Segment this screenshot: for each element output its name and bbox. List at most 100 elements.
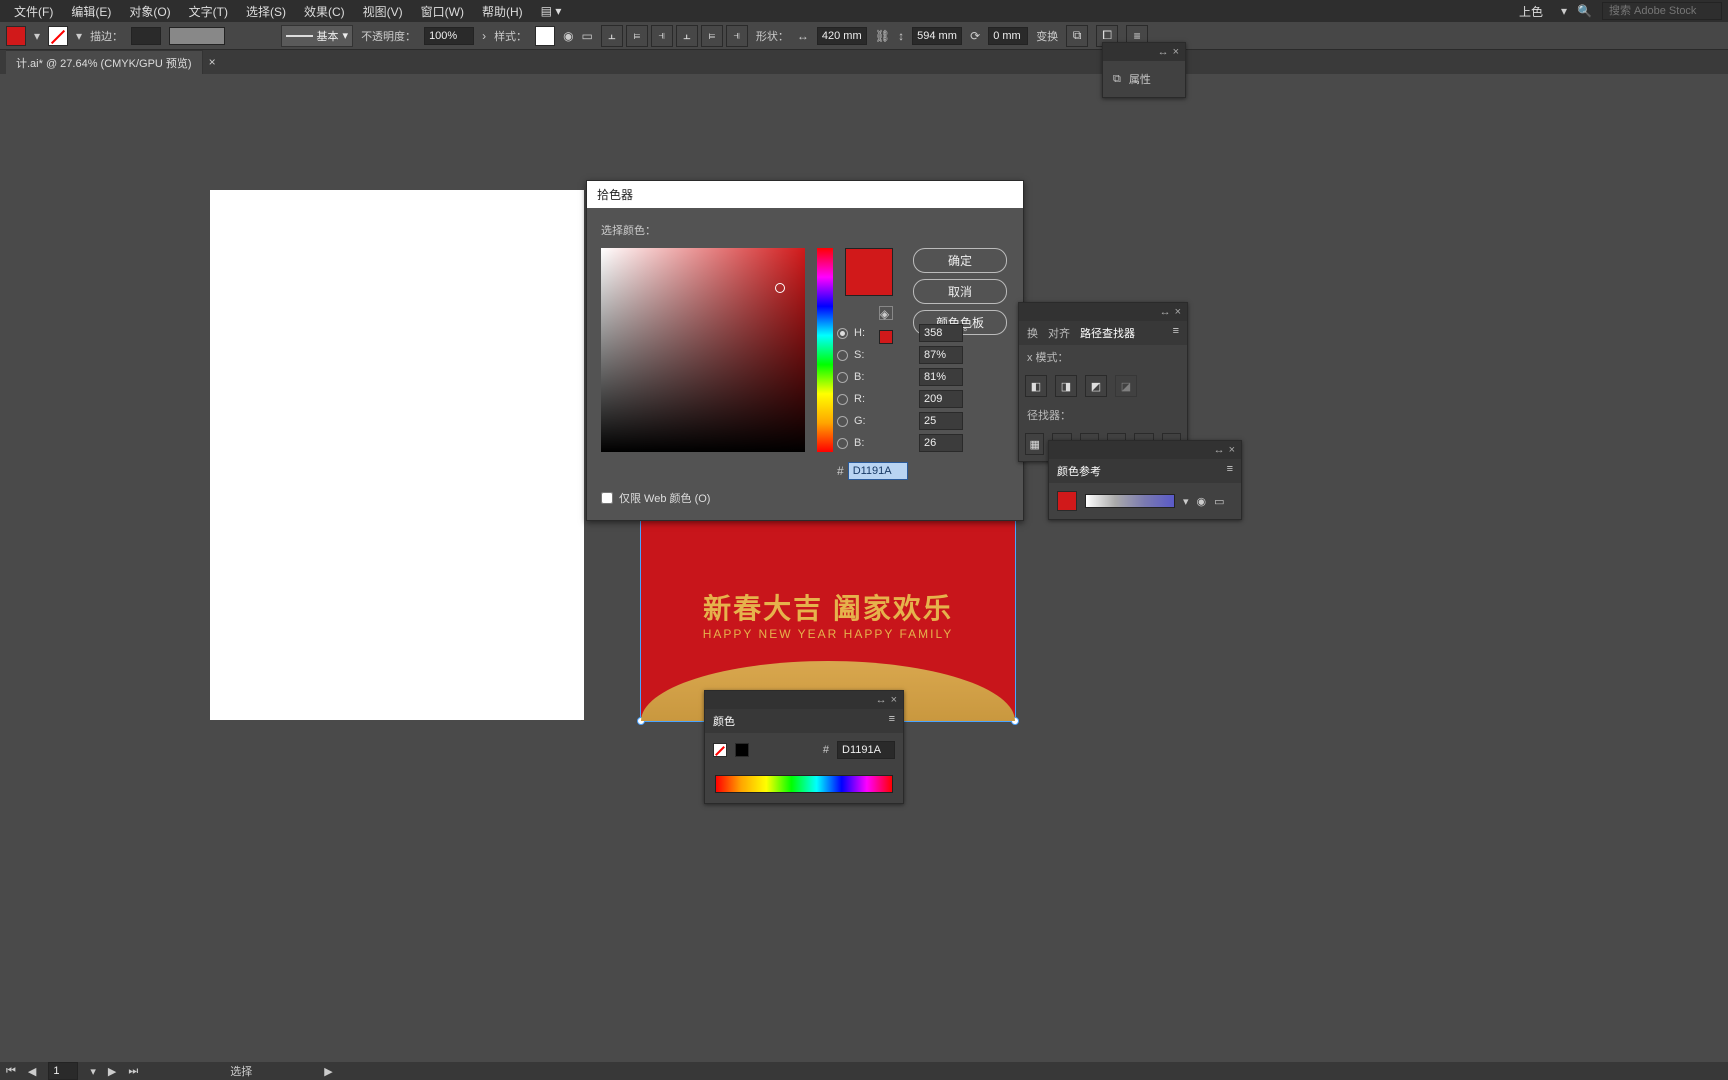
search-input[interactable] bbox=[1602, 2, 1722, 20]
s-input[interactable] bbox=[919, 346, 963, 364]
menu-edit[interactable]: 编辑(E) bbox=[63, 1, 119, 22]
spectrum-bar[interactable] bbox=[715, 775, 893, 793]
align-left-icon[interactable]: ⫠ bbox=[601, 25, 623, 47]
panel-menu-icon[interactable]: ≡ bbox=[1227, 463, 1233, 479]
align-panel[interactable]: ↔× 换 对齐 路径查找器 ≡ x 模式： ◧ ◨ ◩ ◪ 径找器： ▦ ▧ ▨… bbox=[1018, 302, 1188, 462]
color-tab[interactable]: 颜色 bbox=[713, 713, 735, 729]
color-wheel-icon[interactable]: ◉ bbox=[1197, 495, 1207, 508]
stroke-profile[interactable] bbox=[169, 27, 225, 45]
opacity-value[interactable]: 100% bbox=[424, 27, 474, 45]
style-swatch[interactable] bbox=[535, 26, 555, 46]
collapse-icon[interactable]: ↔ bbox=[1214, 444, 1225, 456]
folder-icon[interactable]: ▭ bbox=[1214, 495, 1224, 508]
artboard-1[interactable] bbox=[210, 190, 584, 720]
sv-cursor[interactable] bbox=[775, 283, 785, 293]
tab-pathfinder[interactable]: 路径查找器 bbox=[1080, 325, 1135, 341]
ok-button[interactable]: 确定 bbox=[913, 248, 1007, 273]
base-color-swatch[interactable] bbox=[1057, 491, 1077, 511]
chevron-down-icon[interactable]: ▾ bbox=[1561, 4, 1567, 18]
chevron-right-icon[interactable]: › bbox=[482, 29, 486, 43]
collapse-icon[interactable]: ↔ bbox=[1160, 306, 1171, 318]
collapse-icon[interactable]: ↔ bbox=[876, 694, 887, 706]
menu-object[interactable]: 对象(O) bbox=[121, 1, 178, 22]
saturation-value-box[interactable] bbox=[601, 248, 805, 452]
radio-r[interactable] bbox=[837, 394, 848, 405]
first-page-icon[interactable]: ⏮ bbox=[6, 1065, 16, 1078]
fill-swatch[interactable] bbox=[6, 26, 26, 46]
unite-icon[interactable]: ◧ bbox=[1025, 375, 1047, 397]
radio-s[interactable] bbox=[837, 350, 848, 361]
transform-label[interactable]: 变换 bbox=[1036, 28, 1058, 44]
close-icon[interactable]: × bbox=[203, 55, 222, 69]
r-input[interactable] bbox=[919, 390, 963, 408]
align-bot-icon[interactable]: ⫣ bbox=[726, 25, 748, 47]
menu-view[interactable]: 视图(V) bbox=[355, 1, 411, 22]
radio-bb[interactable] bbox=[837, 438, 848, 449]
align-center-icon[interactable]: ⫢ bbox=[626, 25, 648, 47]
chevron-down-icon[interactable]: ▾ bbox=[1183, 495, 1189, 508]
menu-layout-icon[interactable]: ▤ ▾ bbox=[533, 2, 570, 20]
brush-style-select[interactable]: 基本 ▾ bbox=[281, 25, 353, 47]
align-mid-icon[interactable]: ⫢ bbox=[701, 25, 723, 47]
color-guide-panel[interactable]: ↔ × 颜色参考 ≡ ▾ ◉ ▭ bbox=[1048, 440, 1242, 520]
menu-text[interactable]: 文字(T) bbox=[181, 1, 236, 22]
doc-setup-icon[interactable]: ▭ bbox=[582, 29, 593, 43]
minus-front-icon[interactable]: ◨ bbox=[1055, 375, 1077, 397]
radio-h[interactable] bbox=[837, 328, 848, 339]
tab-align[interactable]: 对齐 bbox=[1048, 325, 1070, 341]
intersect-icon[interactable]: ◩ bbox=[1085, 375, 1107, 397]
h-input[interactable] bbox=[919, 324, 963, 342]
align-top-icon[interactable]: ⫠ bbox=[676, 25, 698, 47]
close-icon[interactable]: × bbox=[1173, 46, 1179, 58]
hue-slider[interactable] bbox=[817, 248, 833, 452]
panel-menu-icon[interactable]: ≡ bbox=[1173, 325, 1179, 341]
stroke-width-input[interactable] bbox=[131, 27, 161, 45]
align-right-icon[interactable]: ⫣ bbox=[651, 25, 673, 47]
width-input[interactable] bbox=[817, 27, 867, 45]
menu-topright-color[interactable]: 上色 bbox=[1511, 1, 1551, 22]
panel-menu-icon[interactable]: ≡ bbox=[889, 713, 895, 729]
cancel-button[interactable]: 取消 bbox=[913, 279, 1007, 304]
divide-icon[interactable]: ▦ bbox=[1025, 433, 1044, 455]
radio-g[interactable] bbox=[837, 416, 848, 427]
hex-input[interactable] bbox=[848, 462, 908, 480]
none-swatch[interactable] bbox=[713, 743, 727, 757]
g-input[interactable] bbox=[919, 412, 963, 430]
menu-window[interactable]: 窗口(W) bbox=[413, 1, 472, 22]
last-page-icon[interactable]: ⏭ bbox=[128, 1065, 138, 1078]
corner-input[interactable] bbox=[988, 27, 1028, 45]
attributes-tab[interactable]: 属性 bbox=[1129, 71, 1151, 87]
chevron-right-icon[interactable]: ▶ bbox=[324, 1065, 332, 1078]
color-guide-tab[interactable]: 颜色参考 bbox=[1057, 463, 1101, 479]
color-panel[interactable]: ↔× 颜色≡ # bbox=[704, 690, 904, 804]
menu-help[interactable]: 帮助(H) bbox=[474, 1, 531, 22]
radio-b[interactable] bbox=[837, 372, 848, 383]
color-hex-input[interactable] bbox=[837, 741, 895, 759]
prev-page-icon[interactable]: ◀ bbox=[28, 1065, 36, 1078]
chevron-down-icon[interactable]: ▾ bbox=[76, 29, 82, 43]
extra-icon-1[interactable]: ⧉ bbox=[1066, 25, 1088, 47]
next-page-icon[interactable]: ▶ bbox=[108, 1065, 116, 1078]
tab-transform[interactable]: 换 bbox=[1027, 325, 1038, 341]
globe-icon[interactable]: ◉ bbox=[563, 29, 573, 43]
menu-select[interactable]: 选择(S) bbox=[238, 1, 294, 22]
stroke-swatch[interactable] bbox=[48, 26, 68, 46]
height-input[interactable] bbox=[912, 27, 962, 45]
cube-icon[interactable]: ◈ bbox=[879, 306, 893, 320]
chevron-down-icon[interactable]: ▾ bbox=[90, 1065, 96, 1078]
web-only-checkbox[interactable] bbox=[601, 492, 613, 504]
black-swatch[interactable] bbox=[735, 743, 749, 757]
attributes-panel[interactable]: ↔× ⧉属性 bbox=[1102, 42, 1186, 98]
close-icon[interactable]: × bbox=[891, 694, 897, 706]
exclude-icon[interactable]: ◪ bbox=[1115, 375, 1137, 397]
bri-input[interactable] bbox=[919, 368, 963, 386]
bb-input[interactable] bbox=[919, 434, 963, 452]
link-icon[interactable]: ⛓ bbox=[875, 29, 890, 43]
document-tab[interactable]: 计.ai* @ 27.64% (CMYK/GPU 预览) bbox=[6, 50, 203, 75]
dialog-title[interactable]: 拾色器 bbox=[587, 181, 1023, 208]
collapse-icon[interactable]: ↔ bbox=[1158, 46, 1169, 58]
close-icon[interactable]: × bbox=[1229, 444, 1235, 456]
page-input[interactable] bbox=[48, 1062, 78, 1080]
menu-file[interactable]: 文件(F) bbox=[6, 1, 61, 22]
close-icon[interactable]: × bbox=[1175, 306, 1181, 318]
